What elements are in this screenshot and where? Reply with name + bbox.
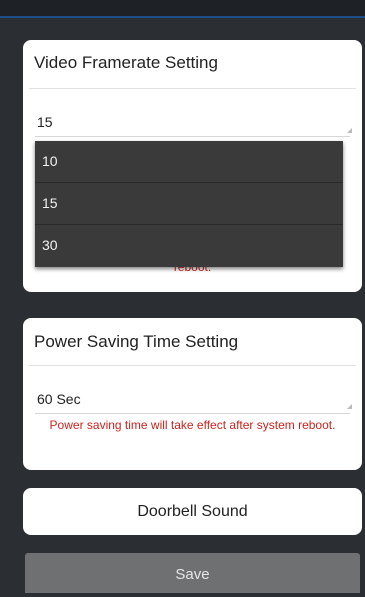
- framerate-dropdown-list: 10 15 30: [35, 141, 343, 267]
- select-resize-icon: [347, 404, 352, 409]
- doorbell-sound-button[interactable]: Doorbell Sound: [23, 488, 362, 535]
- dropdown-option-10[interactable]: 10: [35, 141, 343, 183]
- power-saving-divider: [29, 365, 356, 366]
- framerate-title: Video Framerate Setting: [34, 53, 218, 72]
- doorbell-sound-label: Doorbell Sound: [137, 503, 248, 520]
- top-bar: [0, 0, 365, 16]
- power-saving-card: Power Saving Time Setting 60 Sec Power s…: [23, 318, 362, 470]
- power-saving-title: Power Saving Time Setting: [34, 332, 239, 351]
- save-button[interactable]: Save: [25, 553, 360, 593]
- framerate-divider: [29, 88, 356, 89]
- power-saving-note: Power saving time will take effect after…: [49, 418, 336, 432]
- top-bar-accent-line: [0, 16, 365, 18]
- dropdown-option-30[interactable]: 30: [35, 225, 343, 266]
- framerate-select-underline: [35, 136, 350, 137]
- framerate-select[interactable]: 15: [37, 114, 53, 130]
- power-saving-select-underline: [35, 413, 350, 414]
- power-saving-select[interactable]: 60 Sec: [37, 391, 81, 407]
- select-resize-icon: [347, 128, 352, 133]
- dropdown-option-15[interactable]: 15: [35, 183, 343, 225]
